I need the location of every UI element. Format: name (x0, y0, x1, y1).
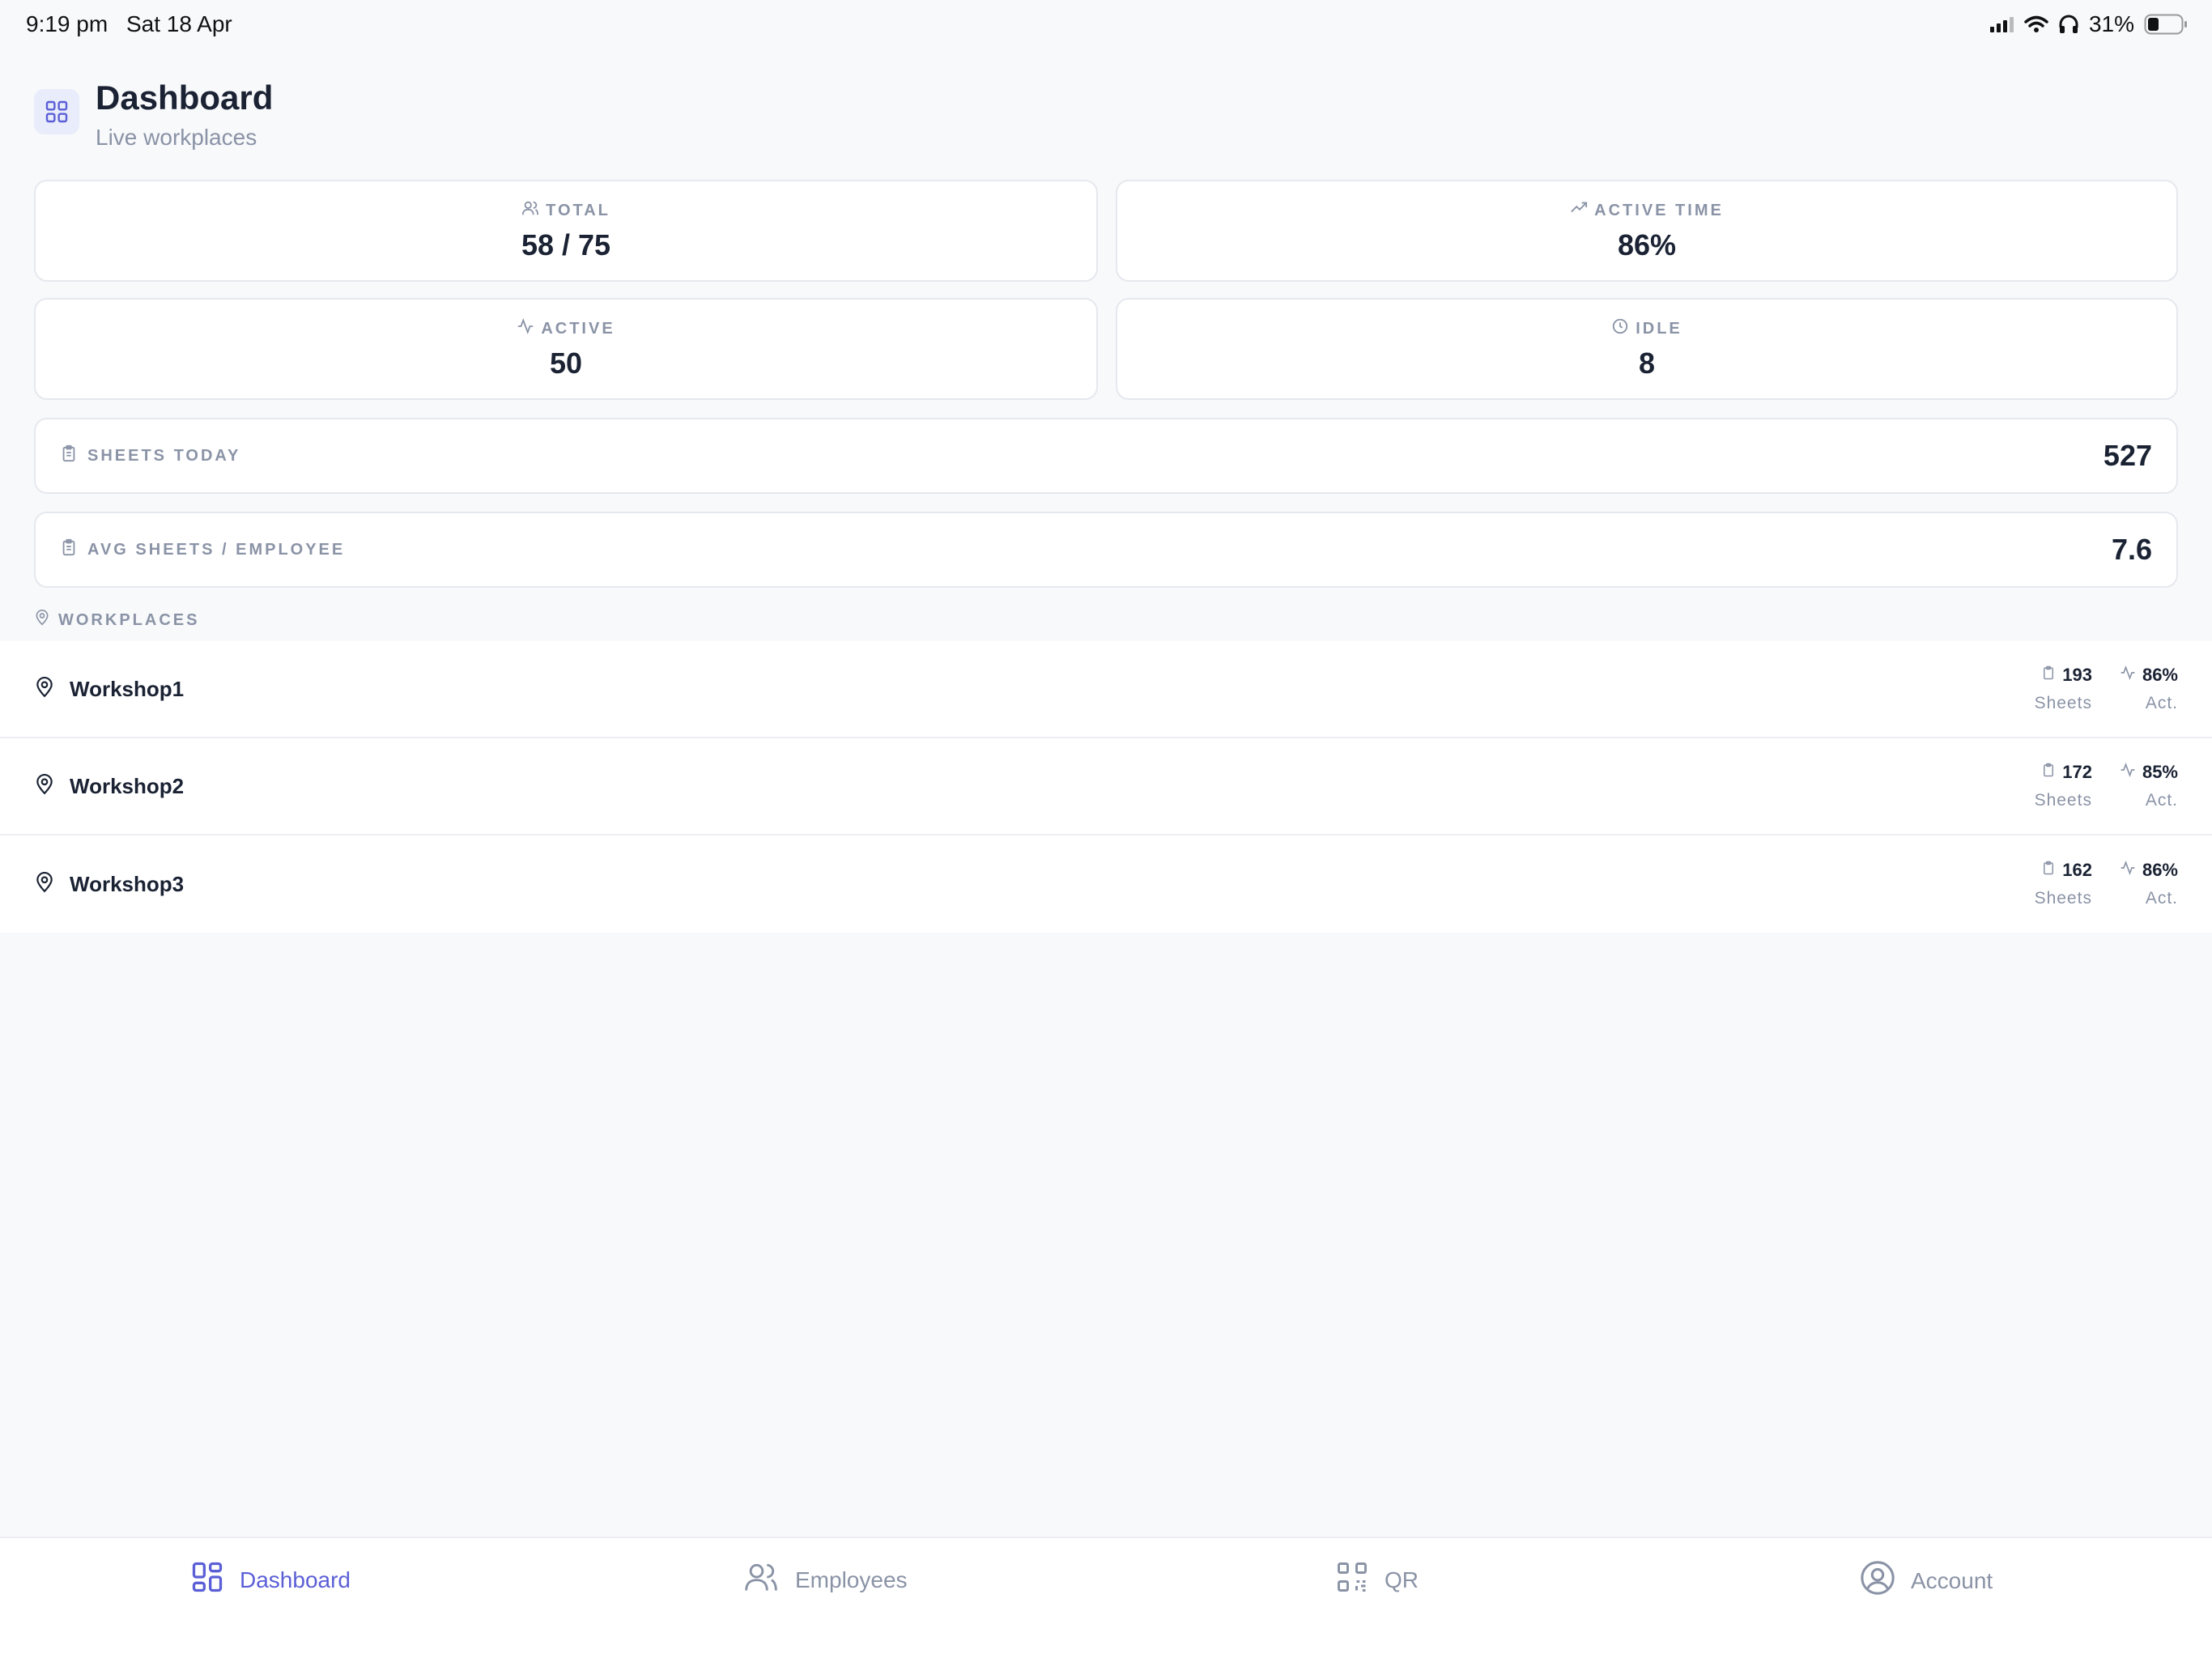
idle-card: IDLE 8 (1116, 298, 2178, 400)
activity-icon (517, 317, 534, 340)
workplace-row[interactable]: Workshop3 162 Sheets 86% Act. (0, 835, 2212, 933)
activity-icon (2120, 665, 2136, 686)
users-icon (521, 199, 539, 222)
clock-icon (1611, 317, 1629, 340)
workplace-name: Workshop2 (70, 773, 185, 798)
clipboard-icon (2041, 860, 2056, 881)
sheets-count: 172 (2062, 762, 2092, 782)
workplace-activity: 86% Act. (2120, 665, 2178, 713)
page-subtitle: Live workplaces (96, 125, 257, 150)
idle-value: 8 (1638, 346, 1656, 380)
qr-code-icon (1334, 1559, 1370, 1601)
sheets-today-card: SHEETS TODAY 527 (34, 418, 2178, 494)
activity-caption: Act. (2145, 889, 2178, 908)
trending-up-icon (1570, 199, 1588, 222)
headphones-icon (2058, 15, 2079, 34)
activity-icon (2120, 860, 2136, 881)
tab-qr[interactable]: QR (1334, 1559, 1419, 1601)
tab-bar: Dashboard Employees QR Account (0, 1537, 2212, 1658)
clipboard-icon (60, 444, 78, 467)
page-title: Dashboard (96, 79, 274, 117)
app-screen: 9:19 pm Sat 18 Apr 31% Dashboard Live wo… (0, 0, 2212, 1658)
clipboard-icon (60, 538, 78, 561)
activity-icon (2120, 762, 2136, 783)
status-date: Sat 18 Apr (126, 11, 232, 36)
battery-percentage: 31% (2088, 11, 2134, 36)
tab-label: Dashboard (240, 1567, 351, 1592)
workplaces-section-label: WORKPLACES (34, 609, 199, 631)
map-pin-icon (34, 609, 50, 631)
avg-sheets-label: AVG SHEETS / EMPLOYEE (87, 540, 346, 559)
activity-caption: Act. (2145, 694, 2178, 712)
active-value: 50 (549, 346, 583, 380)
battery-icon (2144, 14, 2188, 35)
total-card: TOTAL 58 / 75 (34, 180, 1098, 282)
sheets-count: 193 (2062, 665, 2092, 685)
workplace-name: Workshop3 (70, 871, 185, 896)
grid-icon (189, 1559, 225, 1601)
tab-dashboard[interactable]: Dashboard (189, 1559, 351, 1601)
map-pin-icon (34, 773, 55, 800)
tab-employees[interactable]: Employees (742, 1559, 908, 1601)
grid-icon (34, 89, 79, 134)
activity-caption: Act. (2145, 791, 2178, 810)
active-time-label: ACTIVE TIME (1594, 201, 1724, 219)
workplace-activity: 85% Act. (2120, 762, 2178, 810)
users-icon (742, 1559, 781, 1601)
active-time-value: 86% (1617, 228, 1677, 261)
workplaces-list: Workshop1 193 Sheets 86% Act. Workshop2 … (0, 641, 2212, 933)
user-circle-icon (1859, 1559, 1896, 1602)
total-value: 58 / 75 (521, 228, 611, 261)
tab-account[interactable]: Account (1859, 1559, 1993, 1602)
status-time: 9:19 pm (26, 11, 108, 36)
active-card: ACTIVE 50 (34, 298, 1098, 400)
workplace-sheets: 172 Sheets (2035, 762, 2092, 810)
clipboard-icon (2041, 762, 2056, 783)
map-pin-icon (34, 676, 55, 703)
sheets-today-label: SHEETS TODAY (87, 446, 241, 465)
map-pin-icon (34, 871, 55, 898)
workplace-name: Workshop1 (70, 676, 185, 701)
activity-percent: 86% (2142, 665, 2178, 685)
activity-percent: 86% (2142, 860, 2178, 880)
cellular-signal-icon (1989, 16, 2014, 32)
workplaces-label: WORKPLACES (58, 610, 200, 629)
tab-label: QR (1385, 1567, 1419, 1592)
workplace-sheets: 193 Sheets (2035, 665, 2092, 713)
sheets-caption: Sheets (2034, 791, 2092, 810)
tab-label: Account (1911, 1567, 1993, 1593)
status-bar: 9:19 pm Sat 18 Apr 31% (0, 0, 2212, 52)
workplace-sheets: 162 Sheets (2035, 860, 2092, 908)
page-header: Dashboard Live workplaces (34, 78, 273, 151)
active-label: ACTIVE (541, 319, 615, 338)
sheets-caption: Sheets (2034, 694, 2092, 712)
avg-sheets-value: 7.6 (2111, 533, 2152, 566)
avg-sheets-card: AVG SHEETS / EMPLOYEE 7.6 (34, 512, 2178, 588)
activity-percent: 85% (2142, 762, 2178, 782)
active-time-card: ACTIVE TIME 86% (1116, 180, 2178, 282)
wifi-icon (2024, 15, 2048, 33)
workplace-row[interactable]: Workshop2 172 Sheets 85% Act. (0, 738, 2212, 835)
status-indicators: 31% (1989, 11, 2188, 37)
sheets-caption: Sheets (2034, 889, 2092, 908)
idle-label: IDLE (1636, 319, 1682, 338)
clipboard-icon (2041, 665, 2056, 686)
sheets-today-value: 527 (2103, 439, 2152, 472)
workplace-activity: 86% Act. (2120, 860, 2178, 908)
sheets-count: 162 (2062, 860, 2092, 880)
workplace-row[interactable]: Workshop1 193 Sheets 86% Act. (0, 641, 2212, 738)
total-label: TOTAL (546, 201, 610, 219)
tab-label: Employees (795, 1567, 908, 1592)
